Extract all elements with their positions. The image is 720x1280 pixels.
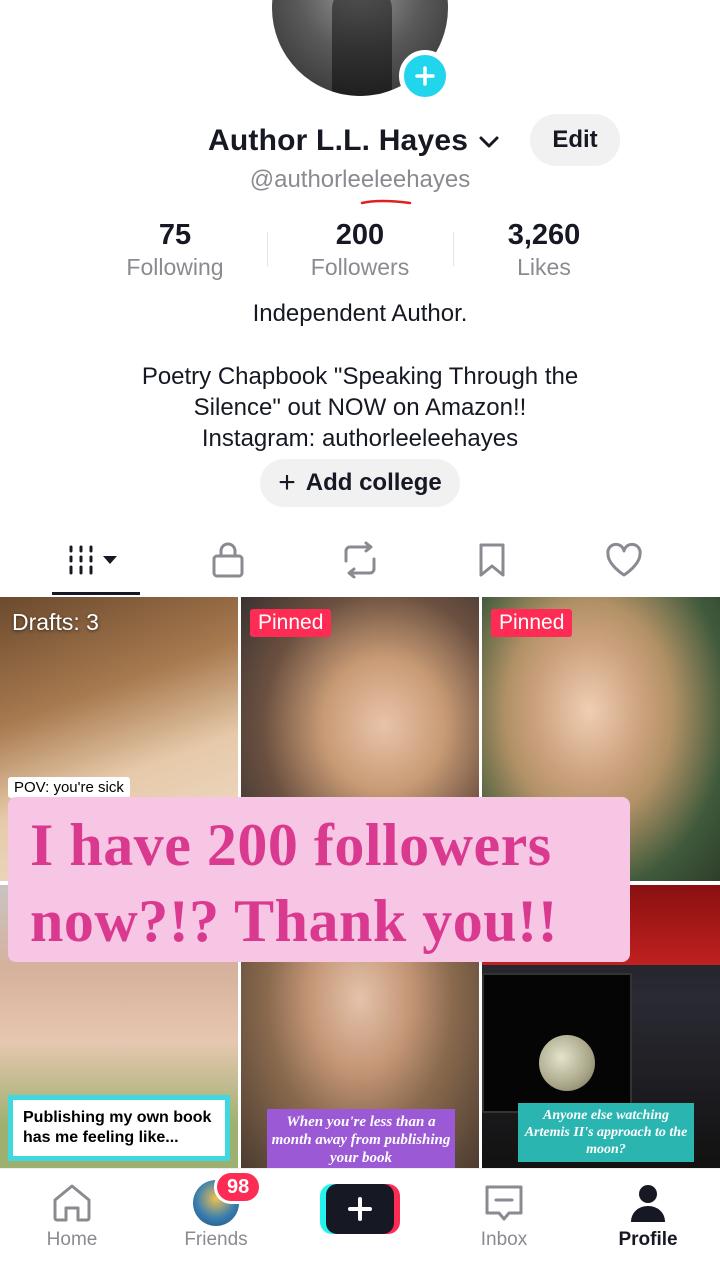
bio-line: Silence" out NOW on Amazon!!: [193, 394, 527, 421]
bio-line: Poetry Chapbook "Speaking Through the: [141, 363, 579, 390]
bio-line: Independent Author.: [252, 300, 468, 327]
handwritten-underline-mark: [360, 199, 412, 205]
drafts-count: Drafts: 3: [12, 609, 99, 635]
profile-avatar[interactable]: [272, 0, 451, 102]
inbox-icon: [485, 1185, 523, 1221]
bookmark-icon: [479, 543, 505, 577]
grid-icon: [69, 545, 117, 575]
stat-label: Likes: [517, 254, 571, 280]
nav-home[interactable]: Home: [0, 1181, 144, 1251]
stat-following[interactable]: 75 Following: [83, 218, 267, 282]
plus-icon: +: [278, 466, 296, 499]
home-icon: [53, 1184, 91, 1222]
stat-likes[interactable]: 3,260 Likes: [452, 218, 636, 282]
overlay-line: now?!? Thank you!!: [30, 888, 559, 954]
profile-name-row: Author L.L. Hayes Edit: [0, 114, 720, 166]
stat-label: Followers: [310, 254, 410, 280]
profile-bio: Independent Author. Poetry Chapbook "Spe…: [0, 298, 720, 454]
stat-value: 200: [335, 219, 385, 251]
profile-icon: [631, 1185, 665, 1222]
repost-icon: [344, 541, 376, 579]
tab-reposts[interactable]: [310, 530, 410, 590]
stat-label: Following: [126, 254, 224, 280]
moon-image: [539, 1035, 595, 1091]
pinned-badge: Pinned: [250, 609, 332, 637]
active-tab-indicator: [52, 592, 140, 595]
thumbnail-caption: When you're less than a month away from …: [267, 1109, 455, 1169]
stat-value: 75: [158, 219, 192, 251]
nav-inbox[interactable]: Inbox: [432, 1181, 576, 1251]
plus-icon: [415, 66, 435, 86]
edit-profile-button[interactable]: Edit: [530, 114, 620, 166]
thumbnail-caption: Anyone else watching Artemis II's approa…: [518, 1103, 694, 1162]
friends-notification-badge: 98: [214, 1170, 263, 1204]
thumbnail-caption: POV: you're sick: [8, 777, 130, 798]
nav-label: Profile: [618, 1229, 678, 1250]
nav-label: Friends: [184, 1229, 248, 1250]
tab-videos[interactable]: [46, 530, 146, 590]
stat-followers[interactable]: 200 Followers: [268, 218, 452, 282]
bio-line: Instagram: authorleeleehayes: [201, 425, 519, 452]
add-avatar-button[interactable]: [399, 50, 451, 102]
tab-private[interactable]: [178, 530, 278, 590]
thumbnail-caption: Publishing my own book has me feeling li…: [8, 1095, 230, 1161]
heart-icon: [606, 542, 642, 577]
nav-label: Home: [46, 1229, 98, 1250]
tab-favorites[interactable]: [442, 530, 542, 590]
username-handle: @authorleeleehayes: [249, 166, 471, 193]
nav-label: Inbox: [480, 1229, 528, 1250]
create-video-button[interactable]: [320, 1184, 400, 1234]
stat-value: 3,260: [507, 219, 581, 251]
pinned-badge: Pinned: [491, 609, 573, 637]
display-name[interactable]: Author L.L. Hayes: [208, 124, 468, 158]
overlay-line: I have 200 followers: [30, 812, 552, 878]
profile-tabs: [0, 530, 720, 596]
plus-icon: [348, 1197, 372, 1221]
add-college-label: Add college: [305, 469, 442, 496]
profile-stats: 75 Following 200 Followers 3,260 Likes: [0, 218, 720, 284]
overlay-text-banner: I have 200 followers now?!? Thank you!!: [8, 797, 630, 962]
chevron-down-icon[interactable]: [478, 134, 500, 150]
add-college-button[interactable]: + Add college: [260, 459, 460, 507]
lock-icon: [212, 542, 244, 578]
tab-liked[interactable]: [574, 530, 674, 590]
thumbnail-image-detail: [482, 973, 632, 1113]
nav-profile[interactable]: Profile: [576, 1181, 720, 1251]
